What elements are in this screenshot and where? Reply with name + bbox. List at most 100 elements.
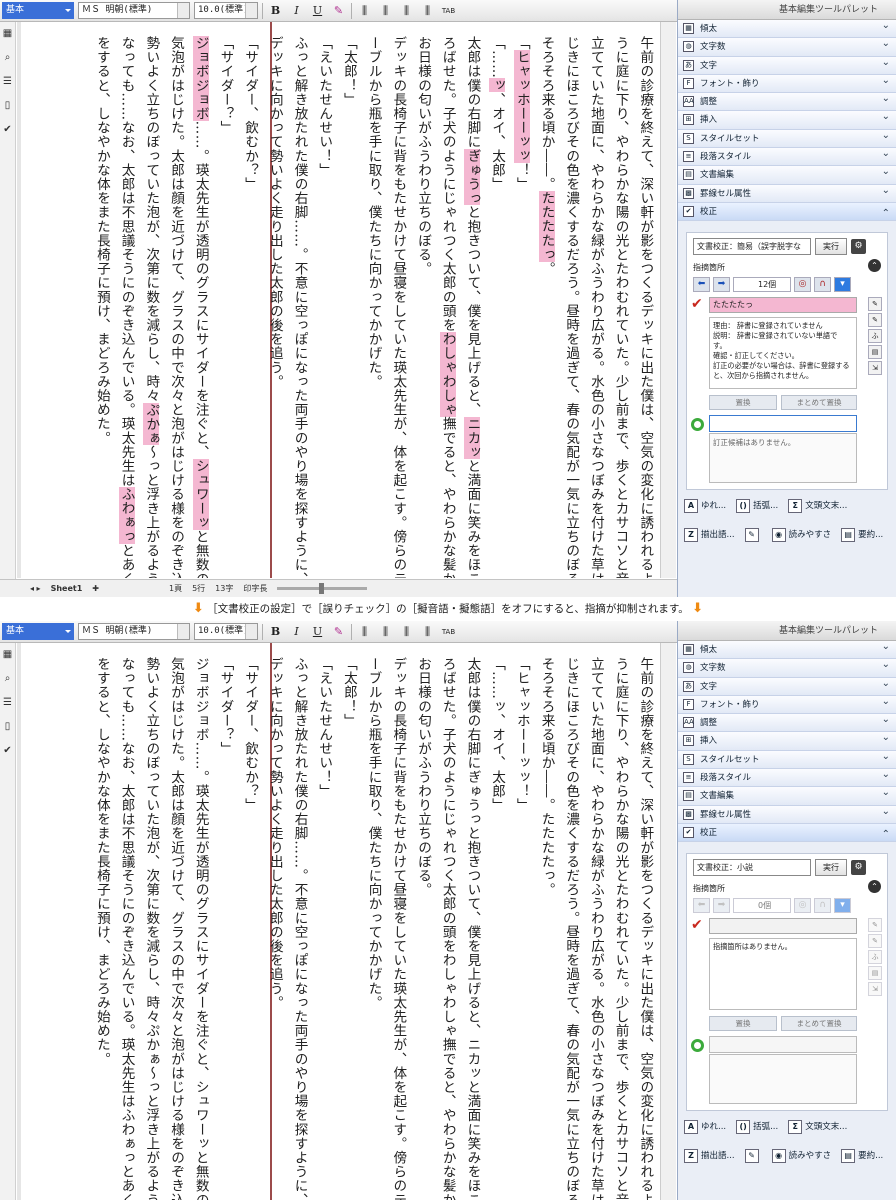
list-view-icon[interactable]: ▤ [868,966,882,980]
palette-section[interactable]: F フォント・飾り [678,693,896,715]
search-icon[interactable]: ⌕ [0,46,15,70]
edit-word-icon[interactable]: ✎ [868,918,882,932]
sheet-tab[interactable]: Sheet1 [51,584,83,593]
palette-section[interactable]: ▩ 罫線セル属性 [678,803,896,824]
add-sheet-icon[interactable]: ✚ [92,584,99,593]
palette-section[interactable]: ≡ 段落スタイル [678,766,896,788]
underline-button[interactable]: U [309,4,326,17]
options-icon[interactable]: ▾ [834,277,851,292]
highlight-pen-icon[interactable]: ✎ [330,625,347,638]
palette-section[interactable]: ⊞ 挿入 [678,729,896,751]
all-icon[interactable]: ◎ [794,277,811,292]
vertical-scrollbar[interactable] [660,643,676,1200]
highlight-pen-icon[interactable]: ✎ [330,4,347,17]
palette-section[interactable]: ▦ 傾太 [678,638,896,660]
sheet-prev-icon[interactable]: ◂ ▸ [30,584,41,593]
page-icon[interactable]: ▯ [0,94,15,118]
replace-button[interactable]: 置換 [709,1016,777,1031]
zoom-slider[interactable] [277,583,368,594]
align-bottom-icon[interactable]: ⫼ [398,4,415,18]
vertical-scrollbar[interactable] [660,22,676,578]
next-arrow-icon[interactable]: ➡ [713,277,730,292]
tool-button[interactable]: ▤ 要約... [841,528,883,542]
palette-section[interactable]: ▩ 罫線セル属性 [678,182,896,203]
font-size-select[interactable]: 10.0(標準) [194,2,258,19]
palette-section[interactable]: ≡ 段落スタイル [678,145,896,167]
replace-all-button[interactable]: まとめて置換 [781,395,857,410]
palette-section[interactable]: AA 調整 [678,711,896,733]
reading-icon[interactable]: ふ [868,950,882,964]
list-icon[interactable]: ☰ [0,70,15,94]
italic-button[interactable]: I [288,625,305,638]
reading-icon[interactable]: ふ [868,329,882,343]
palette-section[interactable]: S スタイルセット [678,748,896,770]
palette-section[interactable]: ⊞ 挿入 [678,108,896,130]
options-icon[interactable]: ▾ [834,898,851,913]
tool-button[interactable]: Z 揃出語... [684,528,735,542]
align-even-icon[interactable]: ⫼ [419,625,436,639]
palette-section[interactable]: AA 調整 [678,90,896,112]
next-arrow-icon[interactable]: ➡ [713,898,730,913]
document-page[interactable]: 午前の診療を終えて、深い軒が影をつくるデッキに出た僕は、空気の変化に誘われるよう… [17,643,675,1200]
align-center-icon[interactable]: ⫼ [377,4,394,18]
align-top-icon[interactable]: ⫼ [356,625,373,639]
settings-gear-icon[interactable]: ⚙ [851,860,866,875]
proofread-mode-select[interactable]: 文書校正：簡易（誤字脱字な [693,238,811,255]
suggestion-input[interactable] [709,415,857,432]
tab-button[interactable]: TAB [440,7,457,15]
search-icon[interactable]: ⌕ [0,667,15,691]
grid-icon[interactable]: ▦ [0,643,15,667]
magnet-icon[interactable]: ∩ [814,277,831,292]
font-size-select[interactable]: 10.0(標準) [194,623,258,640]
tool-button[interactable]: ◉ 読みやすさ [771,1149,831,1163]
error-word-field[interactable] [709,918,857,934]
export-icon[interactable]: ⇲ [868,361,882,375]
tool-button[interactable]: ✎ [744,1149,762,1163]
execute-button[interactable]: 実行 [815,238,847,255]
tool-button[interactable]: () 括弧... [736,499,778,513]
font-select[interactable]: ＭＳ 明朝(標準) [78,2,190,19]
palette-section[interactable]: ✔ 校正 [678,202,896,223]
edit-word-icon[interactable]: ✎ [868,297,882,311]
replace-all-button[interactable]: まとめて置換 [781,1016,857,1031]
page-icon[interactable]: ▯ [0,715,15,739]
palette-section[interactable]: あ文字 [678,54,896,75]
collapse-icon[interactable]: ⌃ [868,259,881,272]
collapse-icon[interactable]: ⌃ [868,880,881,893]
tool-button[interactable]: A ゆれ... [684,499,726,513]
tool-button[interactable]: () 括弧... [736,1120,778,1134]
tool-button[interactable]: Z 揃出語... [684,1149,735,1163]
magnet-icon[interactable]: ∩ [814,898,831,913]
palette-section[interactable]: ◍ 文字数 [678,656,896,678]
export-icon[interactable]: ⇲ [868,982,882,996]
grid-icon[interactable]: ▦ [0,22,15,46]
align-bottom-icon[interactable]: ⫼ [398,625,415,639]
edit-icon[interactable]: ✎ [868,934,882,948]
tool-button[interactable]: Σ 文頭文末... [788,1120,847,1134]
palette-section[interactable]: ◍ 文字数 [678,35,896,57]
prev-arrow-icon[interactable]: ⬅ [693,277,710,292]
bold-button[interactable]: B [267,4,284,17]
replace-button[interactable]: 置換 [709,395,777,410]
execute-button[interactable]: 実行 [815,859,847,876]
tool-button[interactable]: Σ 文頭文末... [788,499,847,513]
tab-button[interactable]: TAB [440,628,457,636]
tool-button[interactable]: A ゆれ... [684,1120,726,1134]
bold-button[interactable]: B [267,625,284,638]
prev-arrow-icon[interactable]: ⬅ [693,898,710,913]
align-even-icon[interactable]: ⫼ [419,4,436,18]
check-icon[interactable]: ✔ [0,739,15,763]
settings-gear-icon[interactable]: ⚙ [851,239,866,254]
document-page[interactable]: 午前の診療を終えて、深い軒が影をつくるデッキに出た僕は、空気の変化に誘われるよう… [17,22,675,578]
italic-button[interactable]: I [288,4,305,17]
align-top-icon[interactable]: ⫼ [356,4,373,18]
check-icon[interactable]: ✔ [0,118,15,142]
palette-section[interactable]: ▦ 傾太 [678,17,896,39]
edit-icon[interactable]: ✎ [868,313,882,327]
tool-button[interactable]: ▤ 要約... [841,1149,883,1163]
tool-button[interactable]: ✎ [744,528,762,542]
list-icon[interactable]: ☰ [0,691,15,715]
style-select[interactable]: 基本 [2,2,74,19]
font-select[interactable]: ＭＳ 明朝(標準) [78,623,190,640]
error-word-field[interactable]: たたたたっ [709,297,857,313]
